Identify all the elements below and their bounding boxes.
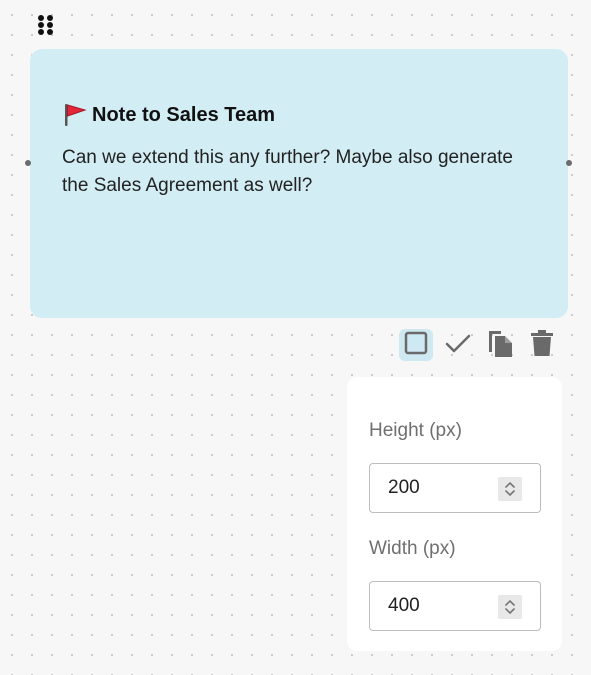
select-box-button[interactable] xyxy=(399,329,433,361)
width-stepper-icon[interactable] xyxy=(498,595,522,619)
height-stepper-icon[interactable] xyxy=(498,477,522,501)
trash-icon xyxy=(530,329,554,362)
height-label: Height (px) xyxy=(369,420,462,441)
sticky-note[interactable]: Note to Sales Team Can we extend this an… xyxy=(30,49,568,318)
note-body-text: Can we extend this any further? Maybe al… xyxy=(62,147,513,196)
checkmark-icon xyxy=(445,331,471,360)
height-field-wrapper xyxy=(369,463,541,513)
approve-button[interactable] xyxy=(441,329,475,361)
red-flag-icon xyxy=(62,102,88,128)
select-box-icon xyxy=(404,331,428,360)
left-connector-handle[interactable] xyxy=(25,160,31,166)
duplicate-icon xyxy=(486,328,514,363)
delete-button[interactable] xyxy=(525,329,559,361)
duplicate-button[interactable] xyxy=(483,329,517,361)
size-settings-panel: Height (px) Width (px) xyxy=(347,377,562,651)
width-field-wrapper xyxy=(369,581,541,631)
note-toolbar xyxy=(399,329,559,361)
width-label: Width (px) xyxy=(369,538,456,559)
note-title-row: Note to Sales Team xyxy=(62,101,536,129)
right-connector-handle[interactable] xyxy=(566,160,572,166)
drag-handle-icon[interactable] xyxy=(36,14,56,40)
note-title: Note to Sales Team xyxy=(92,104,276,126)
